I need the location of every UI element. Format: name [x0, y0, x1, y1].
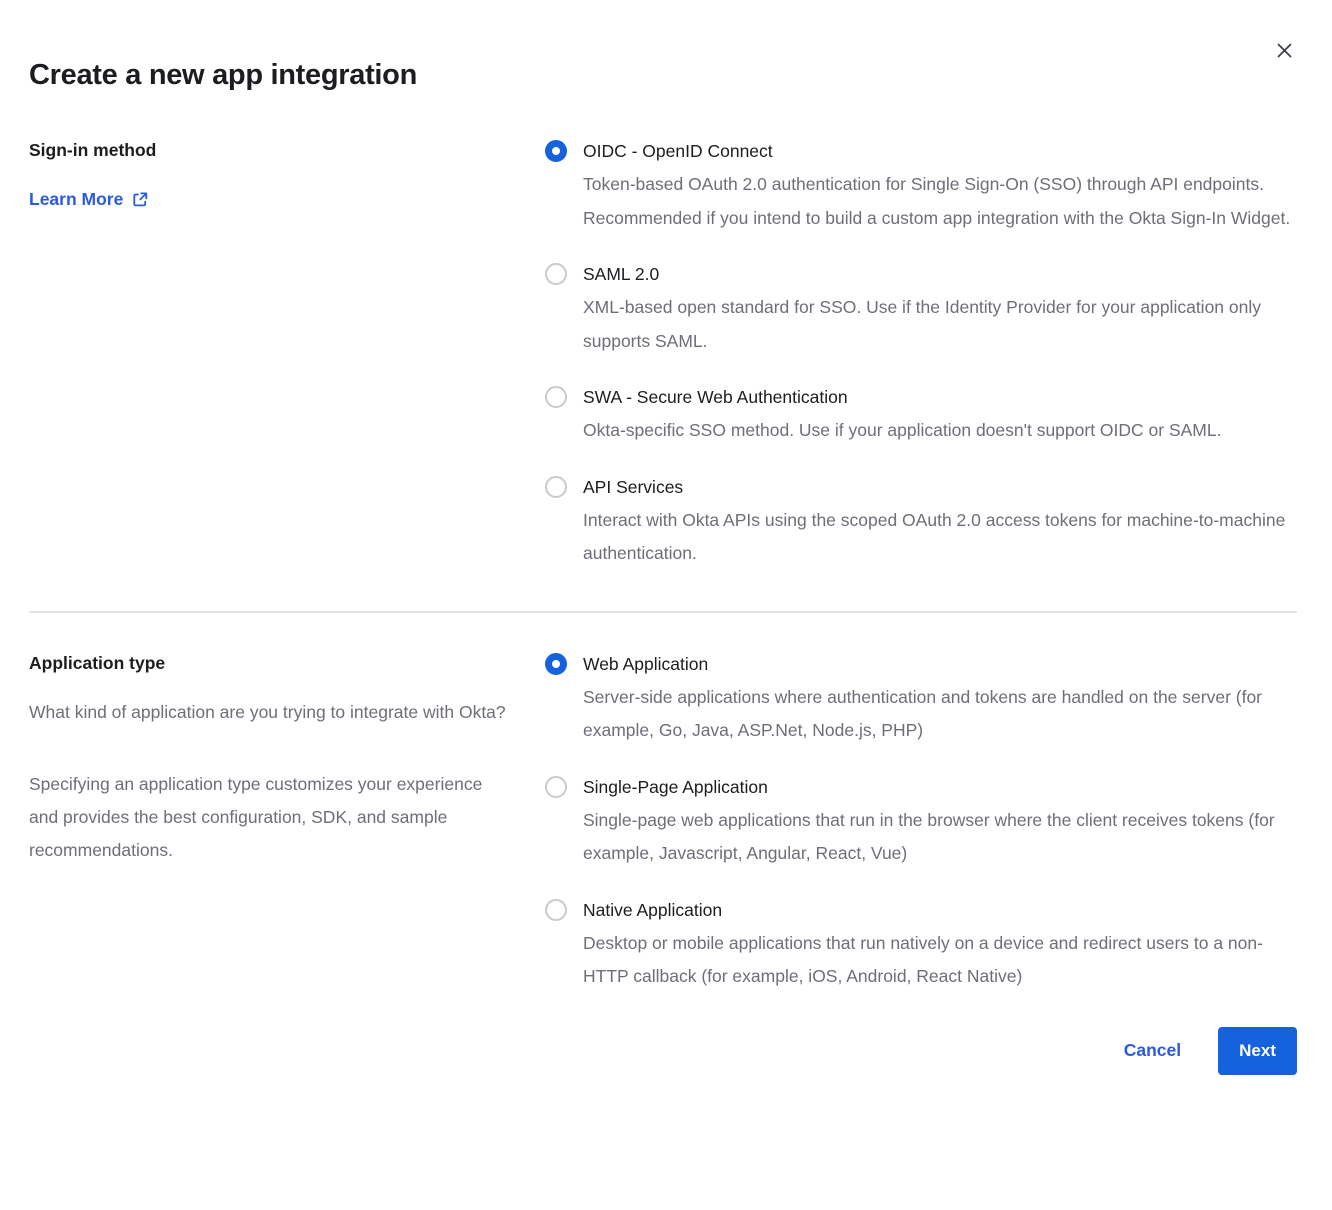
application-type-question: What kind of application are you trying … [29, 696, 509, 729]
radio-option-label[interactable]: API Services [583, 475, 1297, 499]
radio-option-label[interactable]: SAML 2.0 [583, 262, 1297, 286]
learn-more-label: Learn More [29, 189, 123, 210]
radio-option-description: XML-based open standard for SSO. Use if … [583, 291, 1297, 358]
radio-option-label[interactable]: OIDC - OpenID Connect [583, 139, 1297, 163]
close-icon [1277, 43, 1292, 58]
learn-more-link[interactable]: Learn More [29, 189, 149, 210]
radio-web-application[interactable] [545, 653, 567, 675]
application-type-section: Application type What kind of applicatio… [29, 652, 1297, 994]
dialog-footer: Cancel Next [29, 1027, 1297, 1121]
radio-native-application[interactable] [545, 899, 567, 921]
application-type-options: Web Application Server-side applications… [545, 652, 1297, 994]
radio-single-page-application[interactable] [545, 776, 567, 798]
application-type-section-left: Application type What kind of applicatio… [29, 652, 509, 867]
option-api-services: API Services Interact with Okta APIs usi… [545, 475, 1297, 571]
signin-method-section: Sign-in method Learn More OIDC - OpenID … [29, 139, 1297, 571]
close-button[interactable] [1272, 38, 1296, 62]
next-button[interactable]: Next [1218, 1027, 1297, 1075]
radio-option-label[interactable]: Web Application [583, 652, 1297, 676]
radio-option-label[interactable]: SWA - Secure Web Authentication [583, 385, 1221, 409]
signin-method-options: OIDC - OpenID Connect Token-based OAuth … [545, 139, 1297, 571]
option-single-page-application: Single-Page Application Single-page web … [545, 775, 1297, 871]
option-saml-2-0: SAML 2.0 XML-based open standard for SSO… [545, 262, 1297, 358]
radio-swa-secure-web-authentication[interactable] [545, 386, 567, 408]
dialog-title: Create a new app integration [29, 0, 1297, 93]
radio-saml-2-0[interactable] [545, 263, 567, 285]
radio-option-description: Server-side applications where authentic… [583, 681, 1297, 748]
radio-option-description: Desktop or mobile applications that run … [583, 927, 1297, 994]
radio-option-label[interactable]: Single-Page Application [583, 775, 1297, 799]
application-type-heading: Application type [29, 652, 509, 674]
signin-method-section-left: Sign-in method Learn More [29, 139, 509, 210]
create-app-integration-dialog: Create a new app integration Sign-in met… [0, 0, 1332, 1210]
signin-method-heading: Sign-in method [29, 139, 509, 161]
option-native-application: Native Application Desktop or mobile app… [545, 898, 1297, 994]
external-link-icon [132, 191, 149, 208]
radio-option-description: Interact with Okta APIs using the scoped… [583, 504, 1297, 571]
option-oidc-openid-connect: OIDC - OpenID Connect Token-based OAuth … [545, 139, 1297, 235]
cancel-button[interactable]: Cancel [1124, 1040, 1181, 1061]
option-web-application: Web Application Server-side applications… [545, 652, 1297, 748]
radio-option-label[interactable]: Native Application [583, 898, 1297, 922]
radio-option-description: Token-based OAuth 2.0 authentication for… [583, 168, 1297, 235]
application-type-explanation: Specifying an application type customize… [29, 768, 509, 867]
radio-oidc-openid-connect[interactable] [545, 140, 567, 162]
radio-option-description: Single-page web applications that run in… [583, 804, 1297, 871]
option-swa-secure-web-authentication: SWA - Secure Web Authentication Okta-spe… [545, 385, 1297, 448]
section-divider [29, 611, 1297, 613]
radio-api-services[interactable] [545, 476, 567, 498]
radio-option-description: Okta-specific SSO method. Use if your ap… [583, 414, 1221, 448]
